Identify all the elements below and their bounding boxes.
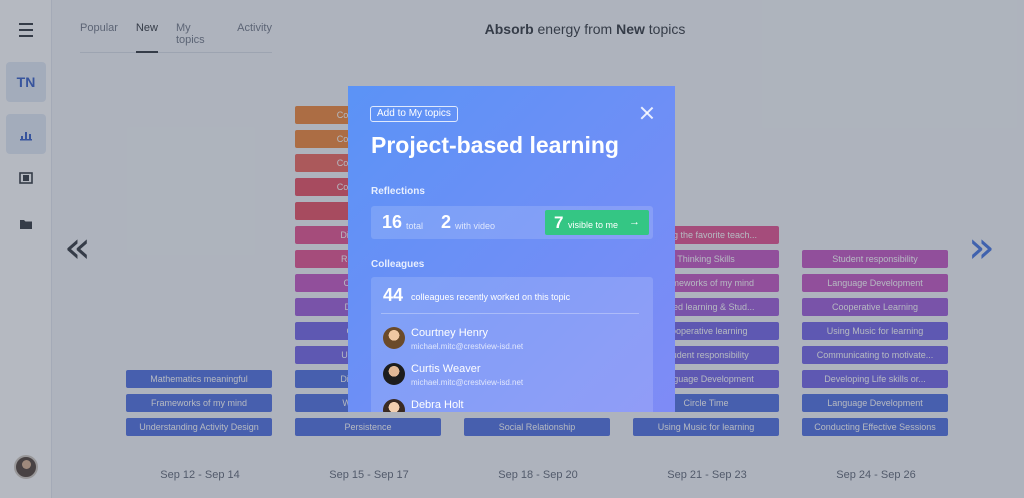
colleagues-box: 44 colleagues recently worked on this to… [371, 277, 653, 412]
colleagues-description: colleagues recently worked on this topic [411, 292, 571, 302]
colleague-email: michael.mitc@crestview-isd.net [411, 378, 524, 387]
avatar [383, 327, 405, 349]
reflections-video-count: 2 [441, 212, 452, 232]
close-icon[interactable] [639, 105, 655, 121]
add-to-my-topics-button[interactable]: Add to My topics [370, 106, 458, 122]
reflections-label: Reflections [371, 186, 425, 197]
topic-modal: Add to My topics Project-based learning … [348, 86, 675, 412]
colleague-name: Debra Holt [411, 399, 464, 411]
reflections-total-count: 16 [382, 212, 403, 232]
colleague-name: Curtis Weaver [411, 363, 481, 375]
reflections-total-label: total [406, 221, 424, 231]
avatar [383, 363, 405, 385]
colleagues-label: Colleagues [371, 259, 425, 270]
divider [381, 313, 639, 314]
colleague-email: michael.mitc@crestview-isd.net [411, 342, 524, 351]
arrow-right-icon: → [629, 216, 640, 228]
avatar [383, 399, 405, 412]
visible-label: visible to me [568, 220, 619, 230]
modal-title: Project-based learning [371, 132, 619, 158]
colleague-name: Courtney Henry [411, 327, 489, 339]
visible-to-me-button[interactable]: 7 visible to me → [545, 210, 649, 235]
visible-count: 7 [554, 213, 564, 232]
reflections-video-label: with video [455, 221, 496, 231]
colleagues-count: 44 [383, 285, 404, 305]
reflections-box: 16 total 2 with video 7 visible to me → [371, 206, 653, 239]
